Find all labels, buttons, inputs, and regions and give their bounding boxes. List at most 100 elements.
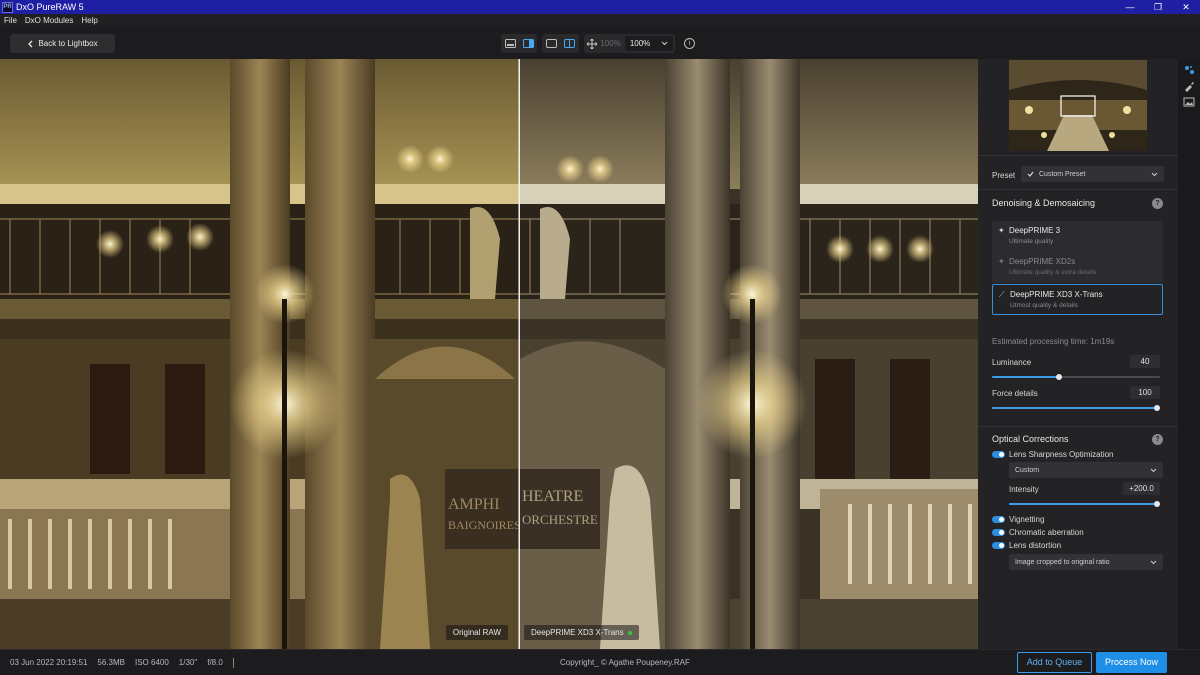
navigator-thumbnail[interactable]: [1009, 60, 1147, 151]
back-label: Back to Lightbox: [38, 39, 98, 48]
lens-distortion-label: Lens distortion: [1009, 541, 1062, 550]
process-now-button[interactable]: Process Now: [1096, 652, 1167, 673]
force-details-value[interactable]: 100: [1130, 386, 1160, 399]
split-divider[interactable]: [518, 59, 521, 649]
svg-text:HEATRE: HEATRE: [522, 488, 583, 505]
processing-time-estimate: Estimated processing time: 1m19s: [992, 337, 1115, 346]
menu-file[interactable]: File: [4, 16, 17, 25]
chevron-down-icon: [1151, 172, 1158, 176]
tool-rail: [1178, 59, 1200, 649]
lens-sharpness-mode-select[interactable]: Custom: [1009, 462, 1163, 478]
info-icon[interactable]: i: [684, 38, 695, 49]
svg-text:BAIGNOIRES: BAIGNOIRES: [448, 518, 521, 532]
denoise-section-title: Denoising & Demosaicing: [992, 198, 1096, 208]
algo-subtitle: Ultimate quality: [1009, 238, 1054, 245]
lens-sharpness-toggle[interactable]: [992, 451, 1005, 458]
intensity-label: Intensity: [1009, 485, 1039, 494]
menu-bar: File DxO Modules Help: [0, 14, 1200, 27]
window-title: DxO PureRAW 5: [16, 2, 84, 12]
side-by-side-button[interactable]: [542, 34, 560, 53]
intensity-value[interactable]: +200.0: [1123, 482, 1160, 495]
add-to-queue-button[interactable]: Add to Queue: [1017, 652, 1092, 673]
crop-mode-select[interactable]: Image cropped to original ratio: [1009, 554, 1163, 570]
optical-help-icon[interactable]: ?: [1152, 434, 1163, 445]
preset-value: Custom Preset: [1039, 170, 1086, 178]
single-view-icon: [504, 39, 516, 48]
meta-separator: [232, 658, 234, 668]
brush-tool-icon[interactable]: [1183, 80, 1195, 92]
minimize-button[interactable]: —: [1116, 0, 1144, 14]
algo-name: DeepPRIME XD2s: [1009, 257, 1076, 266]
crop-mode-value: Image cropped to original ratio: [1015, 558, 1110, 566]
app-logo: PR: [2, 1, 13, 13]
split-compare-icon: [563, 39, 575, 48]
toolbar: Back to Lightbox 100% 100% i: [0, 27, 1200, 59]
close-button[interactable]: ✕: [1172, 0, 1200, 14]
svg-text:ORCHESTRE: ORCHESTRE: [522, 512, 598, 527]
slider-knob[interactable]: [1154, 501, 1160, 507]
restore-button[interactable]: ❐: [1144, 0, 1172, 14]
split-view-button[interactable]: [519, 34, 537, 53]
file-name: Copyright_ © Agathe Poupeney.RAF: [560, 658, 690, 667]
original-raw-label: Original RAW: [445, 625, 508, 640]
status-dot-icon: [627, 630, 632, 635]
luminance-label: Luminance: [992, 358, 1032, 367]
capture-date: 03 Jun 2022 20:19:51: [10, 658, 88, 667]
vignetting-label: Vignetting: [1009, 515, 1045, 524]
chromatic-aberration-toggle[interactable]: [992, 529, 1005, 536]
title-bar: PR DxO PureRAW 5 — ❐ ✕: [0, 0, 1200, 14]
back-to-lightbox-button[interactable]: Back to Lightbox: [10, 34, 115, 53]
force-details-label: Force details: [992, 389, 1038, 398]
compare-mode-group: [542, 34, 579, 53]
lens-distortion-toggle[interactable]: [992, 542, 1005, 549]
iso-value: ISO 6400: [134, 658, 169, 667]
chevron-down-icon: [1150, 560, 1157, 564]
pan-button[interactable]: [584, 34, 600, 53]
chromatic-aberration-label: Chromatic aberration: [1009, 528, 1084, 537]
luminance-value[interactable]: 40: [1130, 355, 1160, 368]
slider-knob[interactable]: [1154, 405, 1160, 411]
lens-mode-value: Custom: [1015, 466, 1040, 474]
intensity-slider[interactable]: [1009, 501, 1160, 507]
single-view-button[interactable]: [501, 34, 519, 53]
zoom-group: 100% 100%: [584, 34, 675, 53]
split-compare-button[interactable]: [560, 34, 578, 53]
photo-canvas: AMPHI BAIGNOIRES HEATRE ORCHESTRE: [0, 59, 978, 649]
denoise-help-icon[interactable]: ?: [1152, 198, 1163, 209]
preset-select[interactable]: Custom Preset: [1021, 166, 1164, 182]
zoom-value: 100%: [629, 39, 651, 48]
sparkle-icon: ✦: [998, 226, 1005, 235]
processed-image: HEATRE ORCHESTRE: [520, 59, 978, 649]
algo-deepprime-3[interactable]: ✦ DeepPRIME 3 Ultimate quality: [992, 221, 1163, 252]
view-mode-group: [501, 34, 537, 53]
zoom-select[interactable]: 100%: [624, 36, 673, 51]
image-viewer[interactable]: AMPHI BAIGNOIRES HEATRE ORCHESTRE Origin…: [0, 59, 978, 649]
algo-name: DeepPRIME XD3 X-Trans: [1010, 290, 1103, 299]
check-icon: [1027, 171, 1034, 177]
menu-help[interactable]: Help: [81, 16, 97, 25]
vignetting-toggle[interactable]: [992, 516, 1005, 523]
luminance-slider[interactable]: [992, 374, 1160, 380]
algo-name: DeepPRIME 3: [1009, 226, 1061, 235]
shutter-speed: 1/30": [178, 658, 198, 667]
slider-knob[interactable]: [1056, 374, 1062, 380]
optical-section-title: Optical Corrections: [992, 434, 1069, 444]
zoom-fit-label[interactable]: 100%: [600, 39, 620, 48]
status-bar: 03 Jun 2022 20:19:51 56.3MB ISO 6400 1/3…: [0, 649, 1200, 675]
lens-sharpness-label: Lens Sharpness Optimization: [1009, 450, 1114, 459]
chevron-down-icon: [1150, 468, 1157, 472]
denoise-tool-icon[interactable]: [1183, 64, 1195, 76]
sparkle-icon: ✦: [998, 257, 1005, 266]
processed-label: DeepPRIME XD3 X-Trans: [524, 625, 639, 640]
move-icon: [587, 38, 598, 49]
algo-deepprime-xd2s[interactable]: ✦ DeepPRIME XD2s Ultimate quality & extr…: [992, 252, 1163, 283]
force-details-slider[interactable]: [992, 405, 1160, 411]
algo-deepprime-xd3-xtrans[interactable]: ⟋ DeepPRIME XD3 X-Trans Utmost quality &…: [992, 284, 1163, 315]
image-tool-icon[interactable]: [1183, 96, 1195, 108]
chevron-left-icon: [28, 40, 33, 47]
preset-label: Preset: [992, 171, 1016, 180]
settings-panel: Preset Custom Preset Denoising & Demosai…: [978, 59, 1178, 649]
menu-dxo-modules[interactable]: DxO Modules: [25, 16, 73, 25]
file-size: 56.3MB: [97, 658, 125, 667]
algo-subtitle: Utmost quality & details: [1010, 302, 1078, 309]
